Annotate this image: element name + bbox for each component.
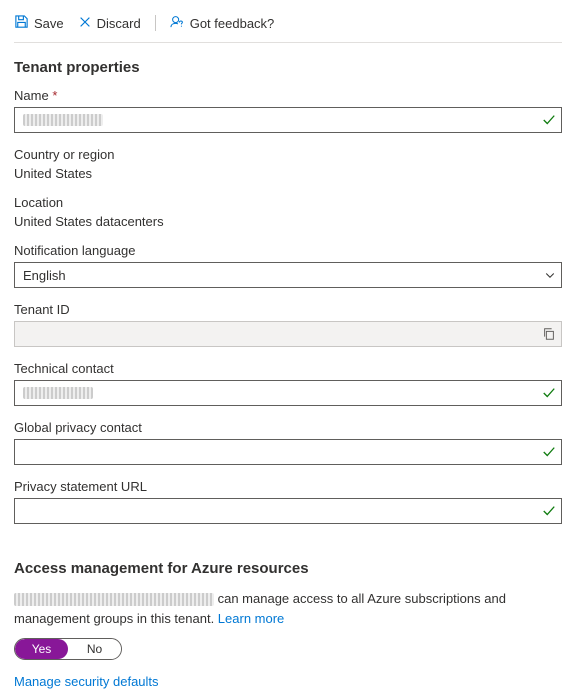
location-value: United States datacenters xyxy=(14,214,562,229)
access-description: hidden can manage access to all Azure su… xyxy=(14,589,562,628)
field-notification-language: Notification language English xyxy=(14,243,562,288)
country-label: Country or region xyxy=(14,147,562,162)
lang-label: Notification language xyxy=(14,243,562,258)
discard-label: Discard xyxy=(97,16,141,31)
check-icon xyxy=(542,445,556,459)
name-label: Name xyxy=(14,88,49,103)
toolbar: Save Discard Got feedback? xyxy=(14,10,562,43)
feedback-label: Got feedback? xyxy=(190,16,275,31)
section-tenant-properties: Tenant properties xyxy=(14,59,562,76)
name-value-redacted: hidden xyxy=(23,114,103,126)
techcontact-value-redacted: hidden xyxy=(23,387,93,399)
field-location: Location United States datacenters xyxy=(14,195,562,229)
save-icon xyxy=(14,14,29,32)
field-global-privacy-contact: Global privacy contact xyxy=(14,420,562,465)
feedback-icon xyxy=(170,14,185,32)
lang-select[interactable]: English xyxy=(14,262,562,288)
required-indicator: * xyxy=(52,88,57,103)
privacycontact-input[interactable] xyxy=(23,444,535,461)
manage-security-defaults-link[interactable]: Manage security defaults xyxy=(14,674,562,689)
location-label: Location xyxy=(14,195,562,210)
feedback-button[interactable]: Got feedback? xyxy=(170,14,275,32)
field-technical-contact: Technical contact hidden xyxy=(14,361,562,406)
discard-button[interactable]: Discard xyxy=(78,15,141,32)
field-tenant-id: Tenant ID xyxy=(14,302,562,347)
privacyurl-input[interactable] xyxy=(23,503,535,520)
check-icon xyxy=(542,504,556,518)
country-value: United States xyxy=(14,166,562,181)
privacycontact-input-wrap xyxy=(14,439,562,465)
learn-more-link[interactable]: Learn more xyxy=(218,611,284,626)
lang-value: English xyxy=(23,268,66,283)
field-country: Country or region United States xyxy=(14,147,562,181)
toggle-no[interactable]: No xyxy=(68,639,121,659)
access-toggle[interactable]: Yes No xyxy=(14,638,122,660)
field-privacy-url: Privacy statement URL xyxy=(14,479,562,524)
field-name: Name * hidden xyxy=(14,88,562,133)
techcontact-input-wrap: hidden xyxy=(14,380,562,406)
toolbar-divider xyxy=(155,15,156,31)
privacyurl-label: Privacy statement URL xyxy=(14,479,562,494)
techcontact-label: Technical contact xyxy=(14,361,562,376)
name-input-wrap: hidden xyxy=(14,107,562,133)
section-access-management: Access management for Azure resources xyxy=(14,560,562,577)
copy-icon[interactable] xyxy=(542,327,556,341)
privacyurl-input-wrap xyxy=(14,498,562,524)
privacycontact-label: Global privacy contact xyxy=(14,420,562,435)
chevron-down-icon xyxy=(544,269,556,281)
save-label: Save xyxy=(34,16,64,31)
save-button[interactable]: Save xyxy=(14,14,64,32)
tenantid-input-wrap xyxy=(14,321,562,347)
check-icon xyxy=(542,113,556,127)
tenantid-input xyxy=(23,326,535,343)
toggle-yes[interactable]: Yes xyxy=(15,639,68,659)
tenantid-label: Tenant ID xyxy=(14,302,562,317)
check-icon xyxy=(542,386,556,400)
close-icon xyxy=(78,15,92,32)
